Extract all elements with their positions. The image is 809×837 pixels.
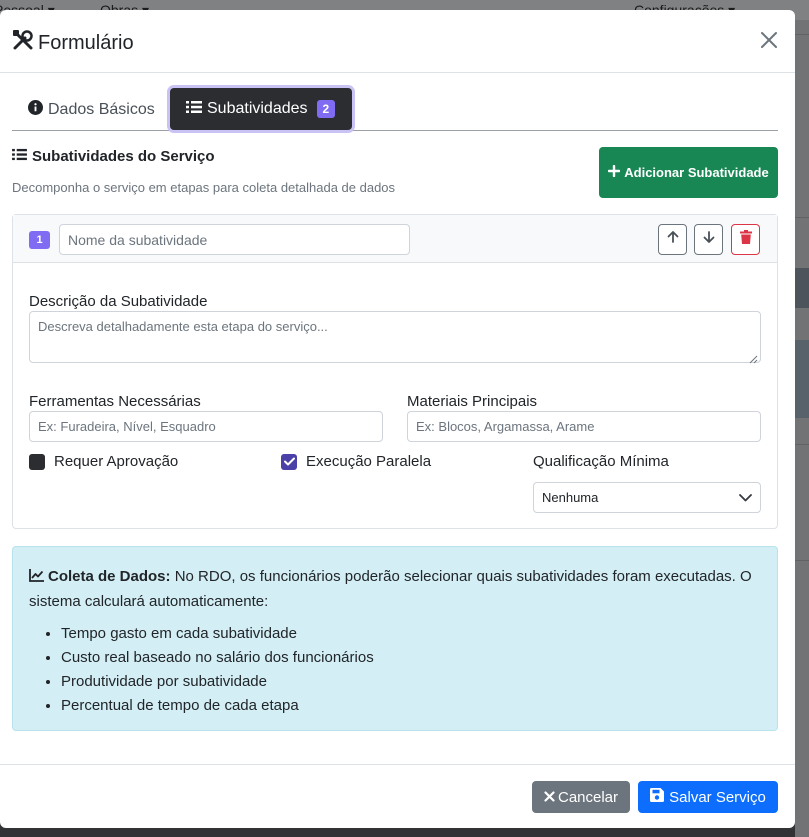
trash-icon <box>739 230 752 249</box>
tools-input[interactable] <box>29 411 383 442</box>
list-icon <box>12 148 27 165</box>
list-icon <box>186 100 202 119</box>
arrow-down-icon <box>702 230 716 249</box>
subactivity-name-input[interactable] <box>59 224 410 255</box>
floppy-disk-icon <box>650 788 665 806</box>
materials-input[interactable] <box>407 411 761 442</box>
close-icon[interactable] <box>757 28 781 52</box>
list-item: Tempo gasto em cada subatividade <box>61 622 761 646</box>
list-item: Percentual de tempo de cada etapa <box>61 694 761 718</box>
section-title: Subatividades do Serviço <box>12 148 215 165</box>
subactivity-number-badge: 1 <box>29 231 50 249</box>
subactivity-card-header: 1 <box>13 215 777 263</box>
qualification-select[interactable]: Nenhuma <box>533 482 761 513</box>
section-title-text: Subatividades do Serviço <box>32 148 215 165</box>
arrow-up-icon <box>666 230 680 249</box>
subactivity-count-badge: 2 <box>316 100 336 118</box>
requires-approval-label: Requer Aprovação <box>54 453 179 470</box>
chart-line-icon <box>29 566 44 590</box>
cancel-button[interactable]: Cancelar <box>532 781 630 813</box>
delete-subactivity-button[interactable] <box>731 224 760 255</box>
modal-footer: Cancelar Salvar Serviço <box>0 764 795 828</box>
move-up-button[interactable] <box>658 224 687 255</box>
service-form-modal: Formulário Dados Básicos Subatividades 2… <box>0 10 795 828</box>
parallel-execution-label: Execução Paralela <box>306 453 432 470</box>
modal-title-text: Formulário <box>38 31 134 54</box>
tab-label: Subatividades <box>207 100 308 117</box>
modal-title: Formulário <box>12 29 134 57</box>
section-subtitle: Decomponha o serviço em etapas para cole… <box>12 180 396 195</box>
add-subactivity-label: Adicionar Subatividade <box>624 165 769 180</box>
resize-grip-icon[interactable] <box>748 351 758 364</box>
checkbox-unchecked-icon[interactable] <box>29 453 45 470</box>
materials-label: Materiais Principais <box>407 393 538 410</box>
add-subactivity-button[interactable]: Adicionar Subatividade <box>599 147 778 198</box>
tab-subatividades[interactable]: Subatividades 2 <box>170 88 352 130</box>
info-list: Tempo gasto em cada subatividade Custo r… <box>29 622 761 718</box>
checkbox-checked-icon[interactable] <box>281 453 297 470</box>
save-service-button[interactable]: Salvar Serviço <box>638 781 778 813</box>
modal-header: Formulário <box>0 10 795 73</box>
tab-label: Dados Básicos <box>48 100 155 118</box>
description-label: Descrição da Subatividade <box>29 293 208 310</box>
info-heading: Coleta de Dados: <box>48 568 171 585</box>
tools-label: Ferramentas Necessárias <box>29 393 201 410</box>
parallel-execution-checkbox[interactable]: Execução Paralela <box>281 453 431 470</box>
subactivity-card: 1 Nome da subatividade Descrição da Suba… <box>12 214 778 529</box>
requires-approval-checkbox[interactable]: Requer Aprovação <box>29 453 178 470</box>
list-item: Custo real baseado no salário dos funcio… <box>61 646 761 670</box>
description-textarea[interactable] <box>29 311 761 363</box>
data-collection-info-box: Coleta de Dados: No RDO, os funcionários… <box>12 546 778 731</box>
qualification-label: Qualificação Mínima <box>533 453 669 470</box>
chevron-down-icon <box>739 490 752 505</box>
plus-icon <box>608 164 621 180</box>
list-item: Produtividade por subatividade <box>61 670 761 694</box>
info-paragraph: Coleta de Dados: No RDO, os funcionários… <box>29 565 761 614</box>
form-tabs: Dados Básicos Subatividades 2 <box>12 88 778 131</box>
close-icon <box>544 789 555 806</box>
info-circle-icon <box>28 99 43 120</box>
cancel-label: Cancelar <box>557 788 619 806</box>
move-down-button[interactable] <box>694 224 723 255</box>
tools-icon <box>12 29 34 57</box>
save-label: Salvar Serviço <box>669 788 766 806</box>
qualification-value: Nenhuma <box>542 490 599 505</box>
tab-dados-basicos[interactable]: Dados Básicos <box>28 88 155 131</box>
